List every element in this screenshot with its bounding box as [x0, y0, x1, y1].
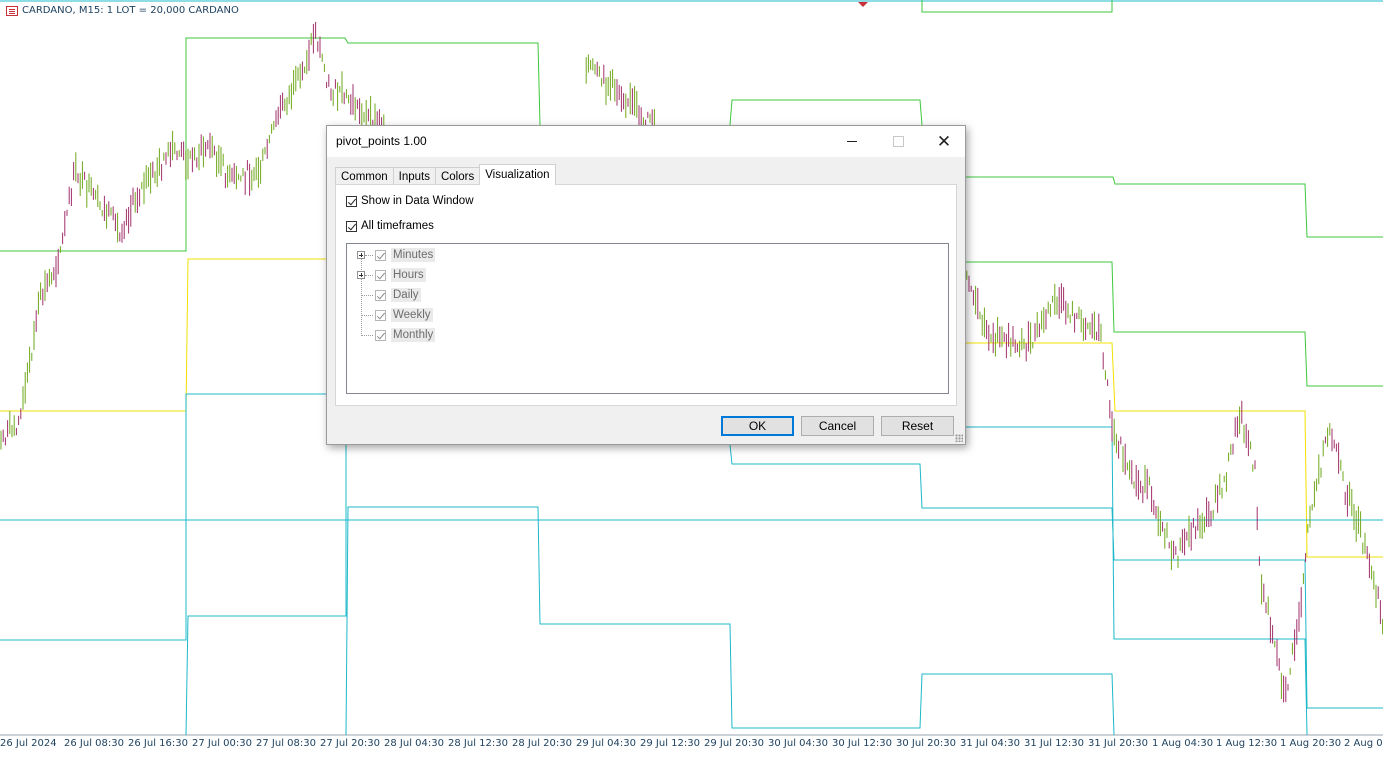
- weekly-label: Weekly: [391, 308, 433, 322]
- time-axis-label: 28 Jul 12:30: [448, 738, 508, 749]
- monthly-label: Monthly: [391, 328, 436, 342]
- time-axis-label: 31 Jul 12:30: [1024, 738, 1084, 749]
- time-axis-label: 26 Jul 16:30: [128, 738, 188, 749]
- maximize-button: [875, 126, 921, 157]
- time-axis-label: 1 Aug 12:30: [1216, 738, 1278, 749]
- tab-common[interactable]: Common: [335, 167, 394, 185]
- tree-item-weekly[interactable]: Weekly: [375, 306, 433, 324]
- tree-item-hours[interactable]: Hours: [375, 266, 426, 284]
- time-axis-label: 28 Jul 20:30: [512, 738, 572, 749]
- support-level-s4: [729, 444, 1383, 709]
- minimize-button[interactable]: [829, 126, 875, 157]
- time-axis-label: 28 Jul 04:30: [384, 738, 444, 749]
- minutes-label: Minutes: [391, 248, 436, 262]
- tab-visualization[interactable]: Visualization: [479, 164, 556, 185]
- time-axis-label: 27 Jul 20:30: [320, 738, 380, 749]
- ok-button[interactable]: OK: [721, 416, 794, 436]
- properties-dialog: pivot_points 1.00 ✕ Common Inputs Colors…: [326, 125, 966, 445]
- daily-checkbox[interactable]: [375, 289, 386, 301]
- tab-colors[interactable]: Colors: [434, 167, 481, 185]
- cancel-button[interactable]: Cancel: [801, 416, 874, 436]
- hours-checkbox[interactable]: [375, 269, 386, 281]
- time-axis-label: 29 Jul 04:30: [576, 738, 636, 749]
- support-level-s3: [345, 506, 1115, 736]
- time-axis-label: 31 Jul 04:30: [960, 738, 1020, 749]
- resize-grip-icon[interactable]: [955, 434, 963, 442]
- time-axis-label: 29 Jul 20:30: [704, 738, 764, 749]
- support-level-s1: [0, 393, 326, 641]
- chart-title: CARDANO, M15: 1 LOT = 20,000 CARDANO: [6, 5, 239, 16]
- show-in-data-window-option[interactable]: Show in Data Window: [346, 195, 474, 207]
- pivot-level-2: [966, 342, 1383, 558]
- daily-label: Daily: [391, 288, 421, 302]
- time-axis-label: 30 Jul 12:30: [832, 738, 892, 749]
- expand-minutes-icon[interactable]: [357, 251, 365, 259]
- time-axis-label: 30 Jul 20:30: [896, 738, 956, 749]
- tree-item-minutes[interactable]: Minutes: [375, 246, 436, 264]
- tree-connector: [361, 315, 373, 316]
- time-axis-label: 1 Aug 20:30: [1280, 738, 1342, 749]
- weekly-checkbox[interactable]: [375, 309, 386, 321]
- dialog-title: pivot_points 1.00: [336, 134, 427, 148]
- show-in-data-window-label: Show in Data Window: [361, 195, 474, 207]
- tree-item-daily[interactable]: Daily: [375, 286, 421, 304]
- monthly-checkbox[interactable]: [375, 329, 386, 341]
- dialog-titlebar[interactable]: pivot_points 1.00 ✕: [327, 126, 965, 157]
- close-icon: ✕: [936, 132, 952, 151]
- all-timeframes-checkbox[interactable]: [346, 220, 357, 232]
- close-button[interactable]: ✕: [921, 126, 967, 157]
- resistance-level-r4: [966, 176, 1383, 238]
- tab-strip: Common Inputs Colors Visualization: [335, 164, 556, 185]
- time-axis-label: 29 Jul 12:30: [640, 738, 700, 749]
- hours-label: Hours: [391, 268, 426, 282]
- timeframes-tree[interactable]: Minutes Hours Daily Weekly Monthly: [346, 243, 949, 394]
- time-axis-label: 26 Jul 08:30: [64, 738, 124, 749]
- time-axis-label: 30 Jul 04:30: [768, 738, 828, 749]
- tree-connector: [361, 335, 373, 336]
- tree-connector: [361, 295, 373, 296]
- time-axis-label: 1 Aug 04:30: [1152, 738, 1214, 749]
- show-in-data-window-checkbox[interactable]: [346, 195, 357, 207]
- tab-inputs[interactable]: Inputs: [392, 167, 436, 185]
- reset-button[interactable]: Reset: [881, 416, 954, 436]
- trade-marker-icon: [858, 2, 868, 7]
- minimize-icon: [847, 141, 857, 142]
- all-timeframes-label: All timeframes: [361, 220, 434, 232]
- resistance-level-r1: [729, 99, 923, 126]
- minutes-checkbox[interactable]: [375, 249, 386, 261]
- expand-hours-icon[interactable]: [357, 271, 365, 279]
- time-axis-label: 27 Jul 00:30: [192, 738, 252, 749]
- support-level-s2: [185, 445, 347, 736]
- chart-list-icon[interactable]: [6, 5, 18, 16]
- time-axis-label: 26 Jul 2024: [0, 738, 57, 749]
- time-axis-label: 27 Jul 08:30: [256, 738, 316, 749]
- chart-title-text: CARDANO, M15: 1 LOT = 20,000 CARDANO: [22, 5, 239, 16]
- tree-connector: [361, 258, 362, 336]
- tree-connector: [365, 275, 373, 276]
- maximize-icon: [892, 136, 904, 147]
- time-axis-label: 2 Aug 04:30: [1344, 738, 1383, 749]
- visualization-panel: Show in Data Window All timeframes Minut…: [335, 184, 957, 406]
- tree-connector: [365, 255, 373, 256]
- time-axis-label: 31 Jul 20:30: [1088, 738, 1148, 749]
- tree-item-monthly[interactable]: Monthly: [375, 326, 436, 344]
- resistance-level-r3: [921, 0, 1113, 13]
- all-timeframes-option[interactable]: All timeframes: [346, 220, 434, 232]
